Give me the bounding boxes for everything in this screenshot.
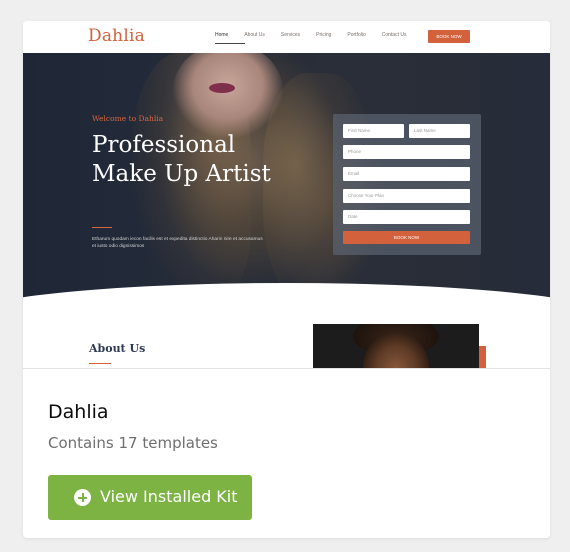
preview-last-name-field: Last Name	[409, 124, 470, 138]
preview-headline: Professional Make Up Artist	[92, 132, 271, 187]
preview-email-field: Email	[343, 167, 470, 181]
preview-about-divider	[89, 363, 111, 364]
preview-book-now-button: BOOK NOW	[428, 30, 470, 43]
preview-booking-form: First Name Last Name Phone Email Choose …	[333, 114, 481, 255]
preview-welcome-text: Welcome to Dahlia	[92, 114, 164, 123]
preview-hero: Welcome to Dahlia Professional Make Up A…	[23, 53, 550, 303]
preview-plan-field: Choose Your Plan	[343, 189, 470, 203]
preview-about-heading: About Us	[89, 342, 146, 355]
view-installed-kit-label: View Installed Kit	[100, 487, 238, 506]
preview-nav-item: About Us	[244, 32, 265, 38]
preview-first-name-field: First Name	[343, 124, 404, 138]
preview-nav-item: Contact Us	[381, 32, 407, 38]
preview-form-submit: BOOK NOW	[343, 231, 470, 244]
preview-body-text: Etharum quodam iecon facilis est et expe…	[92, 237, 263, 249]
preview-navbar: Dahlia Home About Us Services Pricing Po…	[23, 21, 550, 53]
kit-card: Welcome to Dahlia Professional Make Up A…	[23, 21, 550, 538]
preview-nav-item: Pricing	[316, 32, 332, 38]
preview-date-field: Date	[343, 210, 470, 224]
preview-about-photo	[313, 324, 479, 368]
preview-nav-item: Services	[280, 32, 301, 38]
preview-phone-field: Phone	[343, 145, 470, 159]
kit-template-count: Contains 17 templates	[48, 434, 218, 452]
preview-hero-lips	[209, 83, 235, 93]
preview-divider	[92, 227, 112, 228]
preview-nav-menu: Home About Us Services Pricing Portfolio…	[215, 32, 422, 38]
kit-preview-thumbnail[interactable]: Welcome to Dahlia Professional Make Up A…	[23, 21, 550, 369]
view-installed-kit-button[interactable]: View Installed Kit	[48, 475, 252, 520]
preview-logo: Dahlia	[88, 26, 145, 46]
kit-title: Dahlia	[48, 401, 109, 423]
preview-nav-active-underline	[215, 43, 245, 44]
preview-photo-accent	[479, 346, 486, 368]
plus-circle-icon	[74, 489, 91, 506]
preview-nav-item: Home	[215, 32, 229, 38]
preview-nav-item: Portfolio	[347, 32, 366, 38]
